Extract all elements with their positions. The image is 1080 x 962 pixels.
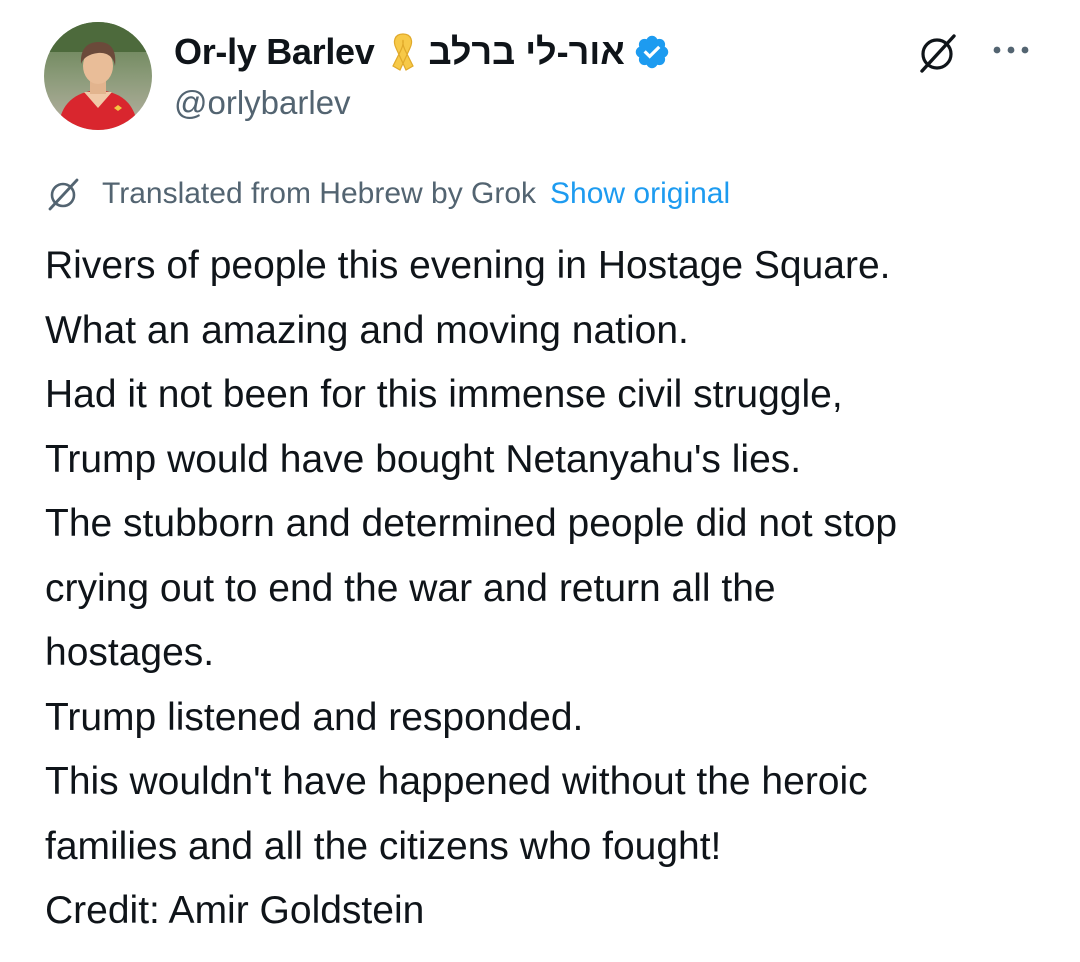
avatar-photo [44, 22, 152, 130]
post-text-line: Credit: Amir Goldstein [45, 889, 425, 932]
grok-icon[interactable] [912, 30, 964, 76]
yellow-ribbon-icon [389, 32, 417, 72]
show-original-link[interactable]: Show original [550, 177, 730, 211]
grok-translate-icon [46, 176, 82, 212]
author-name-row: Or-ly Barlev אור-לי ברלב [174, 26, 960, 78]
post-text-line: crying out to end the war and return all… [45, 566, 776, 610]
translated-label: Translated from Hebrew by Grok [102, 177, 537, 210]
post-text: Rivers of people this evening in Hostage… [45, 234, 1055, 944]
post-text-line: This wouldn't have happened without the … [45, 760, 868, 803]
translation-notice: Translated from Hebrew by Grok Show orig… [46, 176, 730, 212]
more-options-icon[interactable] [986, 30, 1036, 70]
post-text-line: hostages. [45, 631, 215, 674]
verified-badge-icon[interactable] [633, 33, 671, 71]
post-header: Or-ly Barlev אור-לי ברלב @orlybarlev [174, 26, 960, 122]
post-card: Or-ly Barlev אור-לי ברלב @orlybarlev Tra… [0, 0, 1080, 962]
post-text-line: What an amazing and moving nation. [45, 308, 689, 352]
author-handle[interactable]: @orlybarlev [174, 84, 960, 122]
avatar[interactable] [44, 22, 152, 130]
post-text-line: Trump would have bought Netanyahu's lies… [45, 437, 802, 481]
post-text-line: The stubborn and determined people did n… [45, 502, 898, 545]
post-text-line: Had it not been for this immense civil s… [45, 373, 843, 416]
post-text-line: families and all the citizens who fought… [45, 824, 722, 868]
post-text-line: Rivers of people this evening in Hostage… [45, 244, 891, 287]
author-hebrew-name[interactable]: אור-לי ברלב [429, 31, 625, 73]
author-display-name[interactable]: Or-ly Barlev [174, 31, 375, 73]
post-text-line: Trump listened and responded. [45, 695, 584, 739]
